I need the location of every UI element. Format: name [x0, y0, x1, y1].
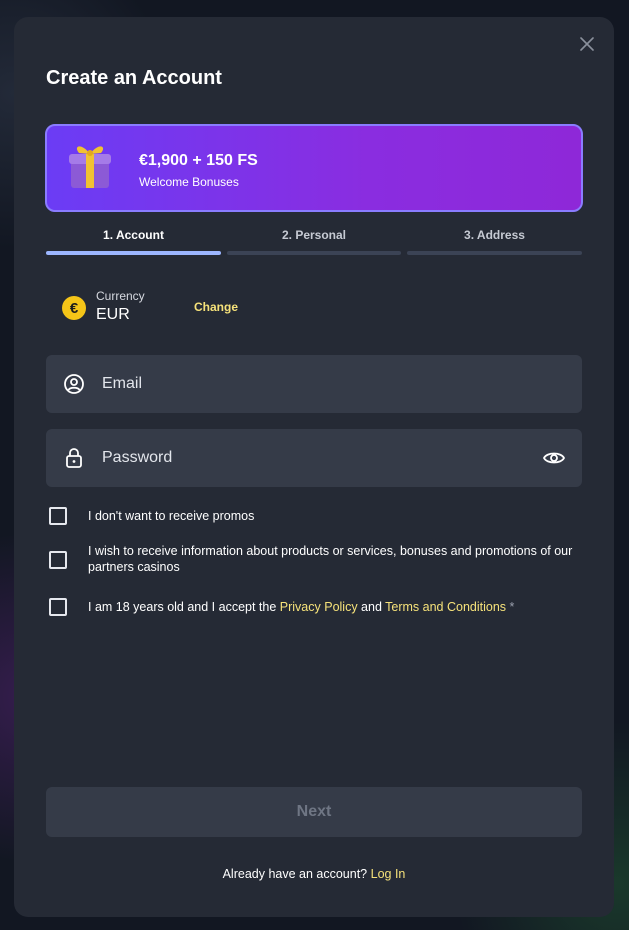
lock-icon	[66, 448, 82, 468]
close-icon	[580, 37, 594, 51]
age-terms-label: I am 18 years old and I accept the Priva…	[88, 599, 578, 615]
step-label: 1. Account	[103, 228, 164, 242]
create-account-modal: Create an Account €1,900 + 150 FS Welcom…	[14, 17, 614, 917]
password-input[interactable]	[102, 429, 522, 487]
change-currency-link[interactable]: Change	[194, 300, 238, 314]
step-label: 3. Address	[464, 228, 525, 242]
bonus-subtitle: Welcome Bonuses	[139, 175, 239, 189]
bonus-amount: €1,900 + 150 FS	[139, 152, 258, 169]
currency-selector: € Currency EUR Change	[62, 289, 312, 329]
user-icon	[64, 374, 84, 394]
step-address[interactable]: 3. Address	[407, 227, 582, 257]
email-input[interactable]	[102, 355, 522, 413]
page-title: Create an Account	[46, 67, 222, 89]
age-terms-option: I am 18 years old and I accept the Priva…	[49, 598, 569, 618]
euro-icon: €	[62, 296, 86, 320]
partners-label: I wish to receive information about prod…	[88, 544, 573, 574]
promos-option: I don't want to receive promos	[49, 507, 569, 527]
login-link[interactable]: Log In	[371, 867, 406, 881]
email-field	[46, 355, 582, 413]
welcome-bonus-banner: €1,900 + 150 FS Welcome Bonuses	[45, 124, 583, 212]
partners-option: I wish to receive information about prod…	[49, 543, 572, 577]
login-prompt-text: Already have an account?	[222, 867, 371, 881]
step-label: 2. Personal	[281, 228, 347, 242]
step-progress-bar	[227, 251, 401, 255]
next-button[interactable]: Next	[46, 787, 582, 837]
show-password-eye-icon[interactable]	[542, 446, 566, 470]
currency-value: EUR	[96, 306, 130, 323]
age-terms-prefix: I am 18 years old and I accept the	[88, 600, 280, 614]
registration-steps: 1. Account 2. Personal 3. Address	[46, 227, 582, 257]
terms-conditions-link[interactable]: Terms and Conditions	[385, 600, 506, 614]
promos-label: I don't want to receive promos	[88, 509, 255, 523]
age-terms-middle: and	[357, 600, 386, 614]
login-prompt: Already have an account? Log In	[14, 867, 614, 881]
close-button[interactable]	[578, 35, 596, 53]
required-marker: *	[506, 600, 515, 614]
step-account[interactable]: 1. Account	[46, 227, 221, 257]
gift-icon	[69, 146, 111, 188]
password-field	[46, 429, 582, 487]
age-terms-checkbox[interactable]	[49, 598, 67, 616]
currency-caption: Currency	[96, 289, 145, 303]
step-progress-bar	[46, 251, 221, 255]
partners-checkbox[interactable]	[49, 551, 67, 569]
step-progress-bar	[407, 251, 582, 255]
promos-checkbox[interactable]	[49, 507, 67, 525]
privacy-policy-link[interactable]: Privacy Policy	[280, 600, 358, 614]
step-personal[interactable]: 2. Personal	[227, 227, 401, 257]
